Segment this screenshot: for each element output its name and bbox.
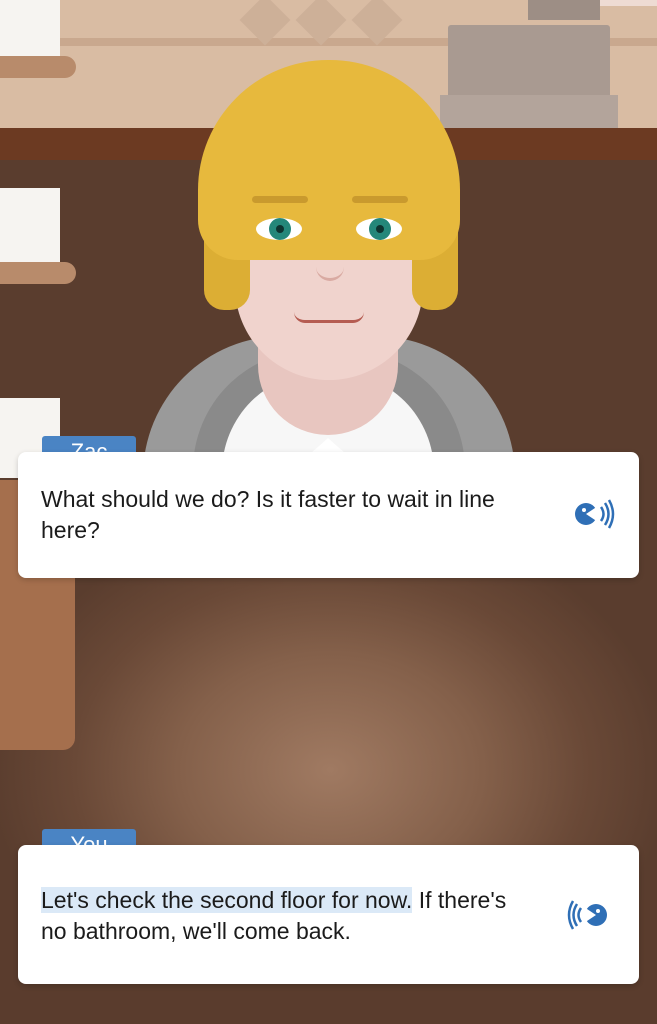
npc-message-bubble: What should we do? Is it faster to wait … (18, 452, 639, 578)
npc-message-text: What should we do? Is it faster to wait … (41, 486, 495, 543)
right-eyebrow (352, 196, 408, 203)
user-message-bubble: Let's check the second floor for now. If… (18, 845, 639, 984)
left-eyebrow (252, 196, 308, 203)
speaker-audio-icon[interactable] (574, 492, 618, 536)
microphone-audio-icon[interactable] (564, 893, 608, 937)
highlighted-phrase[interactable]: Let's check the second floor for now. (41, 887, 413, 913)
user-message-text: Let's check the second floor for now. If… (41, 885, 521, 947)
left-eye (256, 218, 302, 240)
mouth (294, 312, 364, 323)
zac-avatar (0, 0, 657, 476)
hair (198, 60, 460, 260)
right-eye (356, 218, 402, 240)
